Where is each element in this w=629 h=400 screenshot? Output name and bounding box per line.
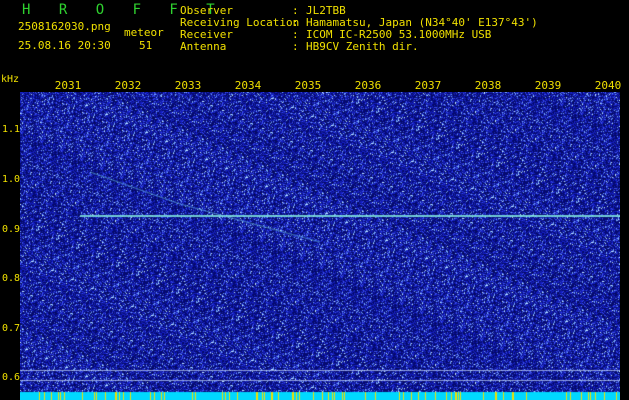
antenna-key: Antenna: [180, 40, 227, 53]
freq-tick: 0.6: [2, 372, 21, 383]
freq-tick: 1.0: [2, 174, 21, 185]
capture-datetime: 25.08.16 20:30: [18, 39, 111, 52]
colon: :: [292, 40, 299, 53]
time-tick: 2035: [294, 79, 322, 92]
time-tick: 2038: [474, 79, 502, 92]
time-tick: 2040: [594, 79, 622, 92]
waterfall-spectrogram: [20, 92, 620, 400]
time-tick: 2037: [414, 79, 442, 92]
time-tick: 2036: [354, 79, 382, 92]
freq-tick: 1.1: [2, 124, 21, 135]
freq-tick: 0.9: [2, 224, 21, 235]
time-tick: 2039: [534, 79, 562, 92]
time-tick: 2031: [54, 79, 82, 92]
event-label: meteor: [124, 26, 164, 39]
antenna-value: HB9CV Zenith dir.: [306, 40, 419, 53]
freq-tick: 0.8: [2, 273, 21, 284]
freq-tick: 0.7: [2, 323, 21, 334]
file-name: 2508162030.png: [18, 20, 111, 33]
event-count: 51: [139, 39, 153, 52]
time-tick: 2033: [174, 79, 202, 92]
frequency-unit: kHz: [1, 74, 20, 85]
time-tick: 2034: [234, 79, 262, 92]
time-tick: 2032: [114, 79, 142, 92]
